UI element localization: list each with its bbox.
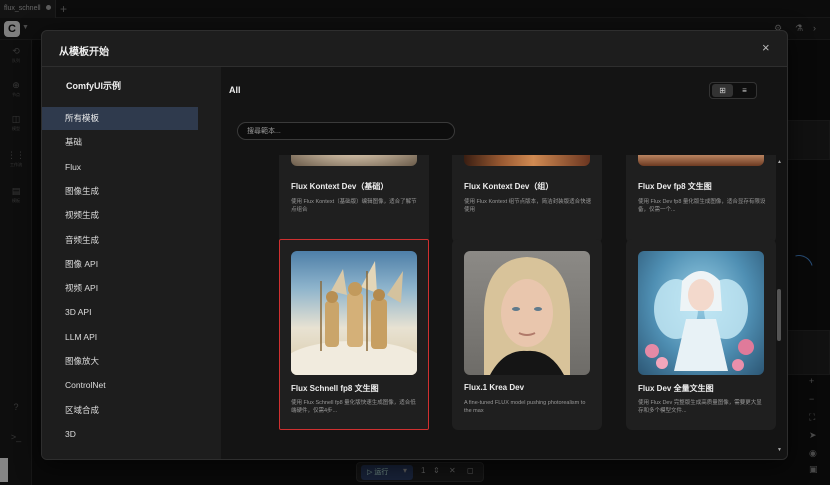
template-description: 使用 Flux Kontext 组节点版本，简洁封装版适合快速使用 [464,199,592,213]
search-input[interactable] [237,122,455,140]
template-grid: Flux Kontext Dev（基础） 使用 Flux Kontext（基础版… [221,155,787,459]
sidebar-item-category[interactable]: 所有模板 [42,107,198,130]
template-card[interactable]: Flux.1 Krea Dev A fine-tuned FLUX model … [452,239,602,430]
sidebar-item-category[interactable]: 视频生成 [42,204,198,227]
dialog-title: 从模板开始 [59,47,109,58]
template-card[interactable]: Flux Dev fp8 文生图 使用 Flux Dev fp8 量化版生成图像… [626,155,776,243]
sidebar-item-category[interactable]: 图像放大 [42,350,198,373]
section-title: All [229,85,241,95]
sidebar-item-label: 音频生成 [65,234,100,245]
list-view-icon[interactable]: ≡ [734,84,755,97]
sidebar-item-category[interactable]: 3D [42,423,198,446]
template-title: Flux.1 Krea Dev [464,383,525,392]
template-card[interactable]: Flux Dev 全量文生图 使用 Flux Dev 完整版生成高质量图像，需要… [626,239,776,430]
template-title: Flux Schnell fp8 文生图 [291,384,379,393]
sidebar-item-category[interactable]: LLM API [42,326,198,349]
view-mode-toggle: ⊞ ≡ [709,82,757,99]
fairy-illustration [645,271,754,371]
template-thumbnail [291,251,417,375]
sidebar-item-label: 图像放大 [65,356,100,366]
portrait-illustration [484,257,570,375]
template-description: 使用 Flux Dev 完整版生成高质量图像，需要更大显存和多个模型文件... [638,400,762,414]
close-icon[interactable]: × [762,41,770,55]
sidebar-item-category[interactable]: 音频生成 [42,229,198,252]
template-title: Flux Dev fp8 文生图 [638,182,712,191]
sidebar-item-category[interactable]: 区域合成 [42,399,198,422]
scroll-down-icon[interactable]: ▼ [777,447,782,453]
template-description: 使用 Flux Dev fp8 量化版生成图像，适合显存有限设备，仅需一个... [638,199,766,213]
template-description: 使用 Flux Kontext（基础版）编辑图像，适合了解节点组合 [291,199,417,213]
knights-illustration [291,261,417,375]
template-card[interactable]: Flux Kontext Dev（基础） 使用 Flux Kontext（基础版… [279,155,429,243]
sidebar-item-label: 图像 API [65,258,99,269]
sidebar-item-label: 3D [65,428,76,439]
scrollbar-thumb[interactable] [777,289,781,341]
sidebar-item-category[interactable]: 图像生成 [42,180,198,203]
grid-scrollbar[interactable]: ▲ ▼ [775,159,784,457]
sidebar-item-category[interactable]: 图像 API [42,253,198,276]
templates-dialog: 从模板开始 × ComfyUI示例 所有模板基础 Flux 图像生成视频生成音频生成… [41,30,788,460]
template-thumbnail [291,155,417,166]
sidebar-item-label: 所有模板 [65,113,100,123]
sidebar-item-label: 视频生成 [65,210,100,221]
templates-main: All ⊞ ≡ Flux Kontext Dev（基础） 使用 Flux Kon… [221,67,787,459]
category-sidebar: ComfyUI示例 所有模板基础 Flux 图像生成视频生成音频生成图像 API 视频… [42,67,221,459]
template-thumbnail [464,251,590,375]
template-description: A fine-tuned FLUX model pushing photorea… [464,400,586,414]
sidebar-heading: ComfyUI示例 [66,81,122,91]
template-description: 使用 Flux Schnell fp8 量化版快速生成图像，适合低端硬件，仅需4… [291,400,416,414]
template-card[interactable]: Flux Kontext Dev（组） 使用 Flux Kontext 组节点版… [452,155,602,243]
dialog-header: 从模板开始 × [42,31,787,67]
sidebar-item-label: ControlNet [65,380,106,391]
template-thumbnail [464,155,590,166]
sidebar-item-label: Flux [65,161,82,172]
template-thumbnail [638,155,764,166]
sidebar-item-label: 视频 API [65,283,99,294]
sidebar-item-category[interactable]: ControlNet [42,374,198,397]
grid-view-icon[interactable]: ⊞ [712,84,733,97]
template-title: Flux Dev 全量文生图 [638,384,714,393]
scroll-up-icon[interactable]: ▲ [777,159,782,165]
template-title: Flux Kontext Dev（基础） [291,182,389,191]
template-card[interactable]: Flux Schnell fp8 文生图 使用 Flux Schnell fp8… [279,239,429,430]
sidebar-item-label: 3D API [65,307,92,318]
template-thumbnail [638,251,764,375]
sidebar-item-label: 基础 [65,137,83,148]
sidebar-item-category[interactable]: 3D API [42,301,198,324]
template-title: Flux Kontext Dev（组） [464,182,554,191]
sidebar-item-label: LLM API [65,331,98,342]
sidebar-item-category[interactable]: 视频 API [42,277,198,300]
sidebar-item-category[interactable]: Flux [42,156,198,179]
sidebar-item-category[interactable]: 基础 [42,131,198,154]
sidebar-item-label: 图像生成 [65,185,100,196]
sidebar-item-label: 区域合成 [65,404,100,415]
